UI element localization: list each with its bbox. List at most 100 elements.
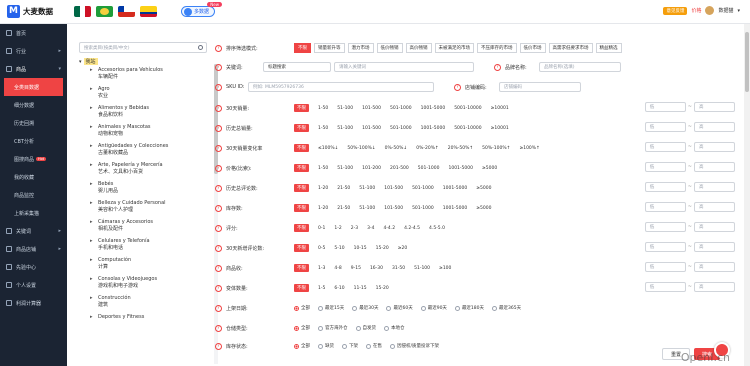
category-node[interactable]: Alimentos y Bebidas食品和饮料 xyxy=(90,105,209,119)
filter-option[interactable]: 201-500 xyxy=(390,166,409,171)
radio-option[interactable]: 最近60天 xyxy=(386,305,413,311)
radio-option[interactable]: 本地仓 xyxy=(384,325,405,331)
sidebar-item-new-collect[interactable]: 上新采集猫 xyxy=(0,204,67,222)
filter-option[interactable]: 31-50 xyxy=(392,266,405,271)
filter-option[interactable]: 5-10 xyxy=(334,246,344,251)
category-node[interactable]: Belleza y Cuidado Personal美容和个人护理 xyxy=(90,200,209,214)
range-min-input[interactable]: 低 xyxy=(644,262,686,272)
category-node[interactable]: Deportes y Fitness xyxy=(90,314,209,321)
filter-option[interactable]: 0%-20%↑ xyxy=(416,146,439,151)
category-node[interactable]: Computación计算 xyxy=(90,257,209,271)
filter-option[interactable]: 101-500 xyxy=(384,186,403,191)
filter-option[interactable]: 21-50 xyxy=(337,186,350,191)
filter-option[interactable]: 高价畅销 xyxy=(405,43,432,53)
filter-option[interactable]: 不限 xyxy=(294,224,309,232)
range-min-input[interactable]: 低 xyxy=(644,242,686,252)
ai-assistant-button[interactable]: 多数据 New xyxy=(181,2,223,17)
filter-option[interactable]: 1-2 xyxy=(334,226,341,231)
nav-product[interactable]: 商品 ▾ xyxy=(0,60,67,78)
filter-option[interactable]: ≥10001 xyxy=(491,126,509,131)
user-menu-caret-icon[interactable]: ▾ xyxy=(737,8,740,14)
help-icon[interactable]: ? xyxy=(215,244,222,252)
filter-option[interactable]: ≥10001 xyxy=(491,106,509,111)
filter-option[interactable]: 1001-5000 xyxy=(448,166,473,171)
filter-option[interactable]: 0%-50%↓ xyxy=(385,146,408,151)
radio-option[interactable]: 因侵权/质量投诉下架 xyxy=(390,343,439,349)
brand-input[interactable]: 品牌名称(选填) xyxy=(539,62,621,72)
filter-option[interactable]: 501-1000 xyxy=(412,186,434,191)
radio-option[interactable]: 最近15天 xyxy=(318,305,344,311)
filter-option[interactable]: 未被满足的市场 xyxy=(434,43,474,53)
filter-option[interactable]: 501-1000 xyxy=(412,206,434,211)
range-min-input[interactable]: 低 xyxy=(644,142,686,152)
help-icon[interactable]: ? xyxy=(215,83,222,91)
category-node[interactable]: Cámaras y Accesorios相机及配件 xyxy=(90,219,209,233)
filter-option[interactable]: 不限 xyxy=(294,244,309,252)
filter-option[interactable]: ≥5000 xyxy=(482,166,497,171)
category-node[interactable]: Agro农业 xyxy=(90,86,209,100)
filter-option[interactable]: 4.2-4.5 xyxy=(404,226,420,231)
help-icon[interactable]: ? xyxy=(215,224,222,232)
nav-industry[interactable]: 行业 ▸ xyxy=(0,42,67,60)
filter-option[interactable]: 1-50 xyxy=(318,166,328,171)
search-icon[interactable] xyxy=(198,45,203,50)
filter-option[interactable]: 1-50 xyxy=(318,106,328,111)
help-icon[interactable]: ? xyxy=(215,304,222,312)
filter-option[interactable]: 51-100 xyxy=(337,166,353,171)
filter-option[interactable]: 50%-100%↓ xyxy=(347,146,375,151)
filter-option[interactable]: ≥100%↑ xyxy=(519,146,539,151)
range-max-input[interactable]: 高 xyxy=(694,142,735,152)
radio-option[interactable]: 最近30天 xyxy=(352,305,378,311)
filter-option[interactable]: 不限 xyxy=(294,264,309,272)
colombia-flag-icon[interactable] xyxy=(140,6,157,17)
filter-option[interactable]: 1001-5000 xyxy=(421,106,446,111)
category-node[interactable]: Bebés婴儿用品 xyxy=(90,181,209,195)
filter-option[interactable]: 16-30 xyxy=(370,266,383,271)
filter-option[interactable]: ≥100 xyxy=(439,266,451,271)
filter-option[interactable]: 不限 xyxy=(294,144,309,152)
sidebar-item-image-search[interactable]: 图搜商品 Hot xyxy=(0,150,67,168)
filter-option[interactable]: ≥5000 xyxy=(476,186,491,191)
radio-option[interactable]: 最近90天 xyxy=(420,305,447,311)
radio-option[interactable]: 最近365天 xyxy=(492,305,521,311)
help-icon[interactable]: ? xyxy=(215,184,222,192)
avatar[interactable] xyxy=(705,6,715,15)
filter-option[interactable]: 5001-10000 xyxy=(454,126,481,131)
filter-option[interactable]: 50%-100%↑ xyxy=(482,146,510,151)
filter-option[interactable]: 1001-5000 xyxy=(443,186,468,191)
chile-flag-icon[interactable] xyxy=(118,6,135,17)
filter-option[interactable]: 0-5 xyxy=(318,246,325,251)
help-icon[interactable]: ? xyxy=(215,144,222,152)
filter-option[interactable]: 15-20 xyxy=(376,286,389,291)
filter-option[interactable]: 51-100 xyxy=(359,186,375,191)
store-input[interactable]: 店铺编码 xyxy=(499,82,581,92)
filter-option[interactable]: 不限 xyxy=(294,284,309,292)
radio-option[interactable]: 在售 xyxy=(366,343,382,349)
filter-option[interactable]: 101-500 xyxy=(362,126,381,131)
category-node[interactable]: Construcción建筑 xyxy=(90,295,209,309)
radio-option[interactable]: 缺货 xyxy=(318,343,334,349)
range-min-input[interactable]: 低 xyxy=(644,202,686,212)
filter-option[interactable]: 精益精选 xyxy=(595,43,622,53)
help-icon[interactable]: ? xyxy=(215,104,222,112)
filter-option[interactable]: ≥20 xyxy=(398,246,408,251)
filter-option[interactable]: 不限 xyxy=(294,124,309,132)
range-max-input[interactable]: 高 xyxy=(694,222,735,232)
filter-option[interactable]: 51-100 xyxy=(337,126,353,131)
sku-input[interactable]: 例如: MLM5957926736 xyxy=(248,82,434,92)
filter-option[interactable]: 4-4.2 xyxy=(383,226,395,231)
user-name[interactable]: 数据猫 xyxy=(718,7,733,14)
filter-option[interactable]: 销量新升等 xyxy=(314,43,345,53)
filter-option[interactable]: 5001-10000 xyxy=(454,106,481,111)
filter-option[interactable]: 4-8 xyxy=(334,266,341,271)
scroll-thumb[interactable] xyxy=(745,32,749,92)
help-icon[interactable]: ? xyxy=(215,63,222,71)
filter-option[interactable]: 10-15 xyxy=(354,246,367,251)
filter-option[interactable]: 501-1000 xyxy=(390,106,412,111)
sidebar-item-segment[interactable]: 细分数据 xyxy=(0,96,67,114)
help-icon[interactable]: ? xyxy=(215,44,222,52)
range-max-input[interactable]: 高 xyxy=(694,182,735,192)
filter-option[interactable]: 9-15 xyxy=(351,266,361,271)
category-node[interactable]: Consolas y Videojuegos游戏机和电子游戏 xyxy=(90,276,209,290)
radio-option[interactable]: 全部 xyxy=(294,325,310,331)
